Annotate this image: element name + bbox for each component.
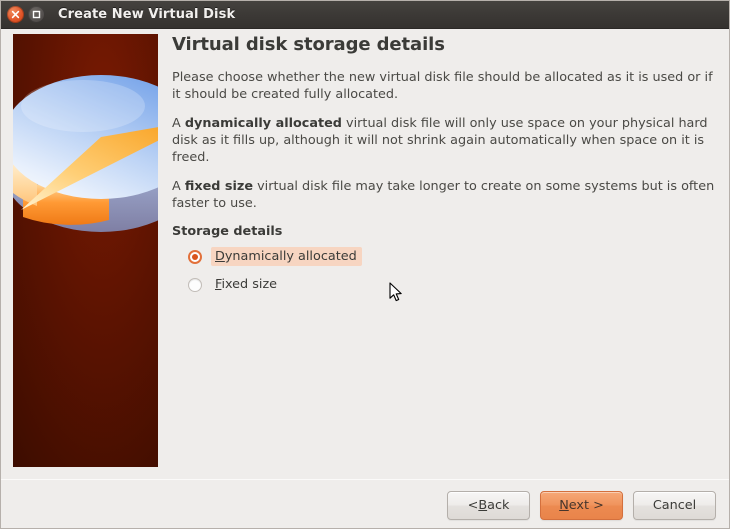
radio-dynamically-allocated[interactable]: Dynamically allocated — [188, 245, 362, 268]
dynamic-allocation-paragraph: A dynamically allocated virtual disk fil… — [172, 115, 717, 166]
label-rest: ixed size — [221, 277, 277, 292]
window-title: Create New Virtual Disk — [58, 7, 235, 22]
radio-selected-icon[interactable] — [188, 250, 202, 264]
create-new-virtual-disk-dialog: Create New Virtual Disk — [0, 0, 730, 529]
accelerator-key: N — [559, 498, 569, 513]
footer-divider — [1, 479, 729, 480]
back-button[interactable]: < Back — [447, 491, 530, 520]
storage-details-radio-group: Dynamically allocated Fixed size — [188, 245, 717, 296]
next-post: ext > — [569, 498, 604, 513]
fixed-size-paragraph: A fixed size virtual disk file may take … — [172, 178, 717, 212]
radio-fixed-size-label[interactable]: Fixed size — [211, 275, 282, 294]
cancel-button[interactable]: Cancel — [633, 491, 716, 520]
intro-paragraph: Please choose whether the new virtual di… — [172, 69, 717, 103]
paragraph-text-pre: A — [172, 179, 185, 194]
back-post: ack — [487, 498, 509, 513]
close-icon[interactable] — [7, 6, 24, 23]
storage-details-label: Storage details — [172, 224, 717, 239]
window-titlebar[interactable]: Create New Virtual Disk — [1, 1, 729, 29]
back-pre: < — [468, 498, 479, 513]
paragraph-emphasis: dynamically allocated — [185, 116, 342, 131]
virtual-disk-illustration — [13, 34, 158, 467]
radio-fixed-size[interactable]: Fixed size — [188, 273, 282, 296]
accelerator-key: D — [215, 249, 225, 264]
paragraph-text-pre: A — [172, 116, 185, 131]
paragraph-text-post: virtual disk file may take longer to cre… — [172, 179, 714, 211]
next-button[interactable]: Next > — [540, 491, 623, 520]
accelerator-key: B — [478, 498, 487, 513]
page-title: Virtual disk storage details — [172, 34, 717, 55]
paragraph-emphasis: fixed size — [185, 179, 253, 194]
maximize-icon[interactable] — [28, 6, 45, 23]
dialog-button-bar: < Back Next > Cancel — [447, 491, 716, 520]
dialog-content: Virtual disk storage details Please choo… — [172, 34, 717, 301]
radio-dynamically-allocated-label[interactable]: Dynamically allocated — [211, 247, 362, 266]
radio-unselected-icon[interactable] — [188, 278, 202, 292]
dialog-body: Virtual disk storage details Please choo… — [1, 29, 729, 529]
label-rest: ynamically allocated — [225, 249, 357, 264]
